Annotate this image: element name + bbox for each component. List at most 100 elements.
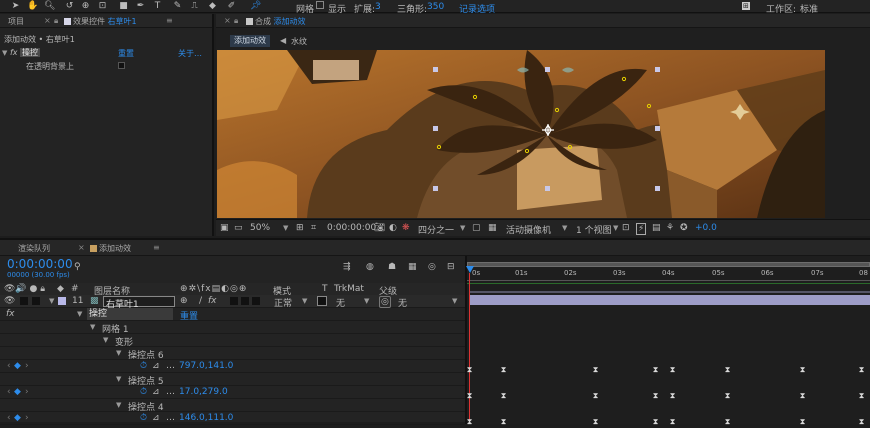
effect-name[interactable]: 操控 bbox=[20, 48, 41, 57]
layer-label-color[interactable] bbox=[58, 297, 66, 305]
about-link[interactable]: 关于… bbox=[178, 48, 202, 59]
comp-close-icon[interactable]: × bbox=[224, 16, 231, 25]
audio-toggle[interactable] bbox=[20, 297, 28, 305]
tab-render-queue[interactable]: 渲染队列 bbox=[18, 243, 50, 254]
rotate-tool-icon[interactable]: ↺ bbox=[64, 1, 75, 12]
views-select[interactable]: 1 个视图 bbox=[576, 223, 612, 236]
mode-dropdown-icon[interactable]: ▼ bbox=[302, 297, 307, 305]
pin5-row[interactable]: ▼ 操控点 5 bbox=[0, 373, 465, 387]
effect-row-name[interactable]: 操控 bbox=[87, 308, 173, 320]
flowchart-icon[interactable]: ⚘ bbox=[666, 223, 674, 233]
region-icon[interactable]: ⊞ bbox=[296, 223, 304, 233]
timeline-search-icon[interactable]: ⚲ bbox=[74, 262, 81, 272]
rectangle-tool-icon[interactable]: ■ bbox=[118, 1, 129, 12]
reset-link[interactable]: 重置 bbox=[118, 48, 134, 59]
pin4-expand-icon[interactable]: ▼ bbox=[116, 401, 121, 409]
shy-layers-icon[interactable]: ☗ bbox=[388, 262, 396, 272]
comp-mini-flowchart-icon[interactable]: ⇶ bbox=[343, 262, 351, 272]
tab-effect-controls[interactable]: 效果控件 右草叶1 bbox=[62, 16, 137, 27]
motion-blur-icon[interactable]: ◎ bbox=[428, 262, 436, 272]
safe-area-icon[interactable]: ⌗ bbox=[311, 223, 316, 233]
type-tool-icon[interactable]: T bbox=[152, 1, 163, 12]
pick-whip-icon[interactable]: ◎ bbox=[379, 296, 391, 308]
kf5-keyframe-6[interactable]: ⧗ bbox=[799, 391, 806, 400]
kf5-keyframe-3[interactable]: ⧗ bbox=[652, 391, 659, 400]
preserve-transparency-toggle[interactable] bbox=[317, 296, 327, 306]
exposure-reset-icon[interactable]: ✪ bbox=[680, 223, 688, 233]
resolution-dropdown-icon[interactable]: ▼ bbox=[460, 224, 465, 232]
time-ruler[interactable]: 0s 01s 02s 03s 04s 05s 06s 07s 08 bbox=[467, 268, 870, 282]
playhead-handle[interactable] bbox=[466, 266, 474, 273]
crumb-active[interactable]: 添加动效 bbox=[230, 35, 270, 47]
pin4-position-row[interactable]: ‹ ◆ › ⏱︎ ⊿ … 146.0,111.0 bbox=[0, 412, 465, 425]
kf5-keyframe-4[interactable]: ⧗ bbox=[669, 391, 676, 400]
solo-toggle[interactable] bbox=[32, 297, 40, 305]
layer-name-field[interactable]: 右草叶1 bbox=[103, 296, 175, 310]
kf5-keyframe-7[interactable]: ⧗ bbox=[858, 391, 865, 400]
3d-switch[interactable] bbox=[252, 297, 260, 305]
clone-stamp-tool-icon[interactable]: ⎍ bbox=[189, 1, 200, 12]
kf5-keyframe-5[interactable]: ⧗ bbox=[724, 391, 731, 400]
fx-icon[interactable]: fx bbox=[10, 48, 18, 57]
visibility-eye-icon[interactable]: 👁︎ bbox=[4, 296, 15, 306]
kf5-keyframe-1[interactable]: ⧗ bbox=[500, 391, 507, 400]
expand-value[interactable]: 3 bbox=[375, 2, 381, 12]
graph-editor-icon[interactable]: ⊟ bbox=[447, 262, 455, 272]
timeline-menu-icon[interactable]: ≡ bbox=[153, 243, 160, 252]
pan-behind-tool-icon[interactable]: ⊡ bbox=[97, 1, 108, 12]
kf6-keyframe-7[interactable]: ⧗ bbox=[858, 365, 865, 374]
effect-expand-icon[interactable]: ▼ bbox=[77, 310, 82, 318]
pin6-prev-key-icon[interactable]: ‹ bbox=[7, 361, 11, 371]
quality-switch-icon[interactable]: / bbox=[199, 296, 202, 306]
kf5-keyframe-0[interactable]: ⧗ bbox=[466, 391, 473, 400]
pin5-value[interactable]: 17.0,279.0 bbox=[179, 387, 228, 397]
transparency-grid-icon[interactable]: ▦ bbox=[488, 223, 497, 233]
mesh-row[interactable]: ▼ 网格 1 bbox=[0, 321, 465, 335]
collapse-switch-icon[interactable]: ⊕ bbox=[180, 296, 188, 306]
show-snapshot-icon[interactable]: ◐ bbox=[389, 223, 397, 233]
roto-brush-tool-icon[interactable]: ✐ bbox=[226, 1, 237, 12]
camera-dropdown-icon[interactable]: ▼ bbox=[562, 224, 567, 232]
work-area-range[interactable] bbox=[467, 262, 870, 267]
frame-blend-icon[interactable]: ▦ bbox=[408, 262, 417, 272]
pin6-expand-icon[interactable]: ▼ bbox=[116, 349, 121, 357]
deform-expand-icon[interactable]: ▼ bbox=[103, 336, 108, 344]
always-preview-icon[interactable]: ▣ bbox=[220, 223, 229, 233]
pin6-graph-icon[interactable]: ⊿ bbox=[152, 361, 160, 371]
eraser-tool-icon[interactable]: ◆ bbox=[207, 1, 218, 12]
roi-icon[interactable]: ▢ bbox=[472, 223, 481, 233]
draft-3d-icon[interactable]: ◍ bbox=[366, 262, 374, 272]
pin6-row[interactable]: ▼ 操控点 6 bbox=[0, 347, 465, 361]
effect-fx-icon[interactable]: fx bbox=[6, 309, 15, 319]
fast-preview-icon[interactable]: ⚡︎ bbox=[636, 223, 647, 235]
camera-tool-icon[interactable]: ⊕ bbox=[80, 1, 91, 12]
adjustment-switch[interactable] bbox=[241, 297, 249, 305]
monitor-icon[interactable]: ▭ bbox=[234, 223, 243, 233]
comp-viewer[interactable] bbox=[217, 50, 825, 218]
show-checkbox[interactable] bbox=[316, 1, 324, 9]
pin5-next-key-icon[interactable]: › bbox=[25, 387, 29, 397]
pin5-graph-icon[interactable]: ⊿ bbox=[152, 387, 160, 397]
pin5-add-key-icon[interactable]: ◆ bbox=[14, 387, 21, 397]
exposure-value[interactable]: +0.0 bbox=[695, 223, 717, 233]
camera-select[interactable]: 活动摄像机 bbox=[506, 223, 551, 236]
tab-composition[interactable]: 合成 添加动效 bbox=[244, 16, 306, 27]
hand-tool-icon[interactable]: ✋ bbox=[27, 1, 38, 12]
pin5-expand-icon[interactable]: ▼ bbox=[116, 375, 121, 383]
effect-switch-icon[interactable]: fx bbox=[208, 296, 217, 306]
layer-expand-icon[interactable]: ▼ bbox=[49, 297, 54, 305]
mesh-expand-icon[interactable]: ▼ bbox=[90, 323, 95, 331]
zoom-level[interactable]: 50% bbox=[250, 223, 270, 233]
comp-lock-icon[interactable]: 🔒︎ bbox=[234, 16, 238, 26]
triangles-value[interactable]: 350 bbox=[427, 2, 444, 12]
pin4-row[interactable]: ▼ 操控点 4 bbox=[0, 399, 465, 413]
crumb-next[interactable]: 水纹 bbox=[291, 36, 307, 47]
kf6-keyframe-0[interactable]: ⧗ bbox=[466, 365, 473, 374]
pen-tool-icon[interactable]: ✒ bbox=[135, 1, 146, 12]
snapshot-icon[interactable]: 📷︎ bbox=[374, 223, 385, 233]
pin5-position-row[interactable]: ‹ ◆ › ⏱︎ ⊿ … 17.0,279.0 bbox=[0, 386, 465, 399]
selection-tool-icon[interactable]: ➤ bbox=[10, 1, 21, 12]
pin6-position-row[interactable]: ‹ ◆ › ⏱︎ ⊿ … 797.0,141.0 bbox=[0, 360, 465, 373]
pin6-value[interactable]: 797.0,141.0 bbox=[179, 361, 233, 371]
views-dropdown-icon[interactable]: ▼ bbox=[613, 224, 618, 232]
